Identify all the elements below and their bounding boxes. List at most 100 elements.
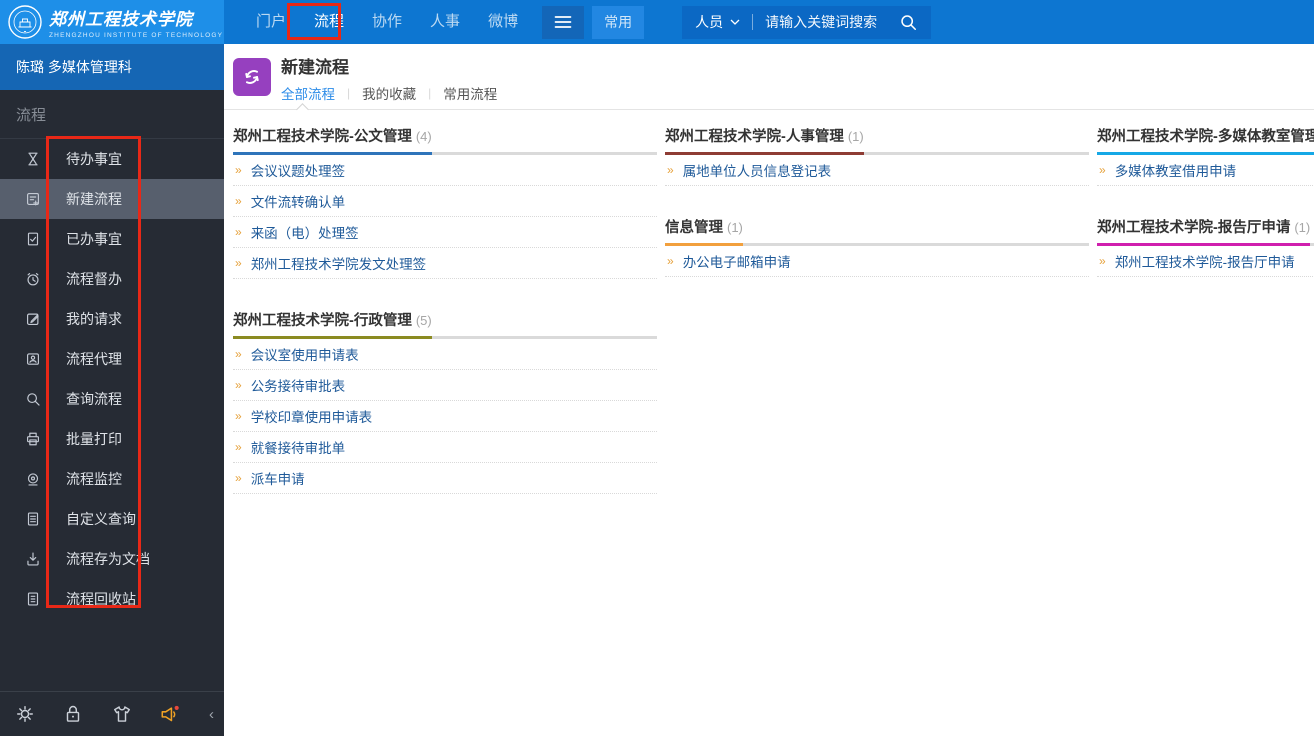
flow-link-row[interactable]: » 郑州工程技术学院-报告厅申请: [1097, 246, 1314, 277]
flow-link[interactable]: 学校印章使用申请表: [251, 406, 373, 426]
flow-link-row[interactable]: » 来函（电）处理签: [233, 217, 657, 248]
sidebar-item-流程存为文档[interactable]: 流程存为文档: [0, 539, 224, 579]
menu-toggle-button[interactable]: [542, 5, 585, 39]
flow-link-row[interactable]: » 会议室使用申请表: [233, 339, 657, 370]
sidebar-item-新建流程[interactable]: 新建流程: [0, 179, 224, 219]
sidebar-item-label: 查询流程: [66, 391, 122, 407]
search-input[interactable]: 请输入关键词搜索: [765, 12, 891, 32]
flow-group-title: 郑州工程技术学院-人事管理 (1): [665, 125, 864, 155]
flow-link[interactable]: 办公电子邮箱申请: [683, 251, 791, 271]
printer-icon: [24, 430, 42, 448]
flow-group-title: 郑州工程技术学院-公文管理 (4): [233, 125, 432, 155]
sidebar-item-label: 流程回收站: [66, 591, 136, 607]
flow-tabs: 全部流程 | 我的收藏 | 常用流程: [281, 83, 497, 103]
flow-groups-content: 郑州工程技术学院-公文管理 (4) » 会议议题处理签 » 文件流转确认单 » 来函（电）处理…: [224, 110, 1314, 524]
lock-icon[interactable]: [62, 703, 84, 725]
flow-link[interactable]: 会议室使用申请表: [251, 344, 359, 364]
top-nav-item-门户[interactable]: 门户: [242, 0, 300, 44]
sidebar-item-批量打印[interactable]: 批量打印: [0, 419, 224, 459]
chevron-right-icon: »: [667, 254, 674, 268]
hourglass-icon: [24, 150, 42, 168]
flow-link-row[interactable]: » 郑州工程技术学院发文处理签: [233, 248, 657, 279]
collapse-icon[interactable]: ‹: [209, 707, 214, 722]
chevron-right-icon: »: [235, 225, 242, 239]
flow-group-count: (1): [1294, 220, 1311, 235]
flow-link[interactable]: 会议议题处理签: [251, 160, 346, 180]
flow-link-row[interactable]: » 公务接待审批表: [233, 370, 657, 401]
flow-cycle-icon: [233, 58, 271, 96]
flow-group-title: 郑州工程技术学院-行政管理 (5): [233, 309, 432, 339]
announcement-icon[interactable]: [159, 703, 183, 725]
sidebar-item-label: 批量打印: [66, 431, 122, 447]
logo-subtitle: ZHENGZHOU INSTITUTE OF TECHNOLOGY: [49, 32, 224, 39]
flow-link[interactable]: 派车申请: [251, 468, 305, 488]
search-icon[interactable]: [899, 13, 918, 32]
sidebar-item-label: 流程代理: [66, 351, 122, 367]
sidebar-item-自定义查询[interactable]: 自定义查询: [0, 499, 224, 539]
chevron-right-icon: »: [235, 378, 242, 392]
done-doc-icon: [24, 230, 42, 248]
flow-link-row[interactable]: » 属地单位人员信息登记表: [665, 155, 1089, 186]
sidebar-item-已办事宜[interactable]: 已办事宜: [0, 219, 224, 259]
flow-link-row[interactable]: » 会议议题处理签: [233, 155, 657, 186]
top-nav-item-流程[interactable]: 流程: [300, 0, 358, 44]
main-panel: 新建流程 全部流程 | 我的收藏 | 常用流程 郑州工程技术学院-公文管理 (4) » 会议议…: [224, 44, 1314, 736]
chevron-right-icon: »: [1099, 254, 1106, 268]
tab-我的收藏[interactable]: 我的收藏: [362, 83, 416, 103]
logo-title: 郑州工程技术学院: [49, 10, 193, 30]
sidebar-item-流程代理[interactable]: 流程代理: [0, 339, 224, 379]
flow-link[interactable]: 就餐接待审批单: [251, 437, 346, 457]
flow-link[interactable]: 郑州工程技术学院发文处理签: [251, 253, 427, 273]
flow-link-row[interactable]: » 派车申请: [233, 463, 657, 494]
id-card-icon: [24, 350, 42, 368]
doc-lines-icon: [24, 510, 42, 528]
flow-link-row[interactable]: » 多媒体教室借用申请: [1097, 155, 1314, 186]
sidebar-item-流程督办[interactable]: 流程督办: [0, 259, 224, 299]
flow-link-row[interactable]: » 文件流转确认单: [233, 186, 657, 217]
tab-separator: |: [347, 86, 351, 100]
flow-link[interactable]: 属地单位人员信息登记表: [683, 160, 832, 180]
flow-link[interactable]: 文件流转确认单: [251, 191, 346, 211]
tab-常用流程[interactable]: 常用流程: [443, 83, 497, 103]
flow-group-count: (1): [847, 129, 864, 144]
flow-link[interactable]: 郑州工程技术学院-报告厅申请: [1115, 251, 1295, 271]
sidebar-item-查询流程[interactable]: 查询流程: [0, 379, 224, 419]
flow-link-row[interactable]: » 办公电子邮箱申请: [665, 246, 1089, 277]
search-category-dropdown[interactable]: 人员: [695, 12, 740, 32]
page-header: 新建流程 全部流程 | 我的收藏 | 常用流程: [224, 44, 1314, 116]
sidebar-item-我的请求[interactable]: 我的请求: [0, 299, 224, 339]
flow-link[interactable]: 公务接待审批表: [251, 375, 346, 395]
recycle-doc-icon: [24, 590, 42, 608]
flow-group: 郑州工程技术学院-人事管理 (1) » 属地单位人员信息登记表: [665, 125, 1089, 186]
monitor-icon: [24, 470, 42, 488]
sidebar-item-待办事宜[interactable]: 待办事宜: [0, 139, 224, 179]
top-nav-item-人事[interactable]: 人事: [416, 0, 474, 44]
user-info[interactable]: 陈璐 多媒体管理科: [0, 44, 224, 90]
sidebar-item-label: 已办事宜: [66, 231, 122, 247]
chevron-right-icon: »: [235, 471, 242, 485]
top-nav: 门户 流程 协作 人事 微博: [242, 0, 532, 44]
sidebar-item-流程监控[interactable]: 流程监控: [0, 459, 224, 499]
quick-access-button[interactable]: 常用: [592, 5, 645, 39]
flow-group-header: 郑州工程技术学院-多媒体教室管理(1): [1097, 125, 1314, 155]
sidebar-item-流程回收站[interactable]: 流程回收站: [0, 579, 224, 619]
top-nav-item-协作[interactable]: 协作: [358, 0, 416, 44]
gear-icon[interactable]: [14, 703, 36, 725]
chevron-right-icon: »: [235, 409, 242, 423]
new-flow-icon: [24, 190, 42, 208]
tab-全部流程[interactable]: 全部流程: [281, 83, 335, 103]
flow-group: 郑州工程技术学院-行政管理 (5) » 会议室使用申请表 » 公务接待审批表 » 学校印章使用…: [233, 309, 657, 494]
tshirt-icon[interactable]: [111, 703, 133, 725]
school-logo[interactable]: 郑州工程技术学院 ZHENGZHOU INSTITUTE OF TECHNOLO…: [0, 0, 224, 44]
sidebar-item-label: 流程监控: [66, 471, 122, 487]
flow-group-count: (1): [727, 220, 743, 235]
flow-link-row[interactable]: » 就餐接待审批单: [233, 432, 657, 463]
flow-link[interactable]: 来函（电）处理签: [251, 222, 359, 242]
flow-link[interactable]: 多媒体教室借用申请: [1115, 160, 1237, 180]
chevron-right-icon: »: [235, 256, 242, 270]
edit-icon: [24, 310, 42, 328]
top-actions: 常用 人员 请输入关键词搜索: [542, 0, 932, 44]
top-nav-item-微博[interactable]: 微博: [474, 0, 532, 44]
flow-link-row[interactable]: » 学校印章使用申请表: [233, 401, 657, 432]
sidebar-item-label: 流程存为文档: [66, 551, 150, 567]
